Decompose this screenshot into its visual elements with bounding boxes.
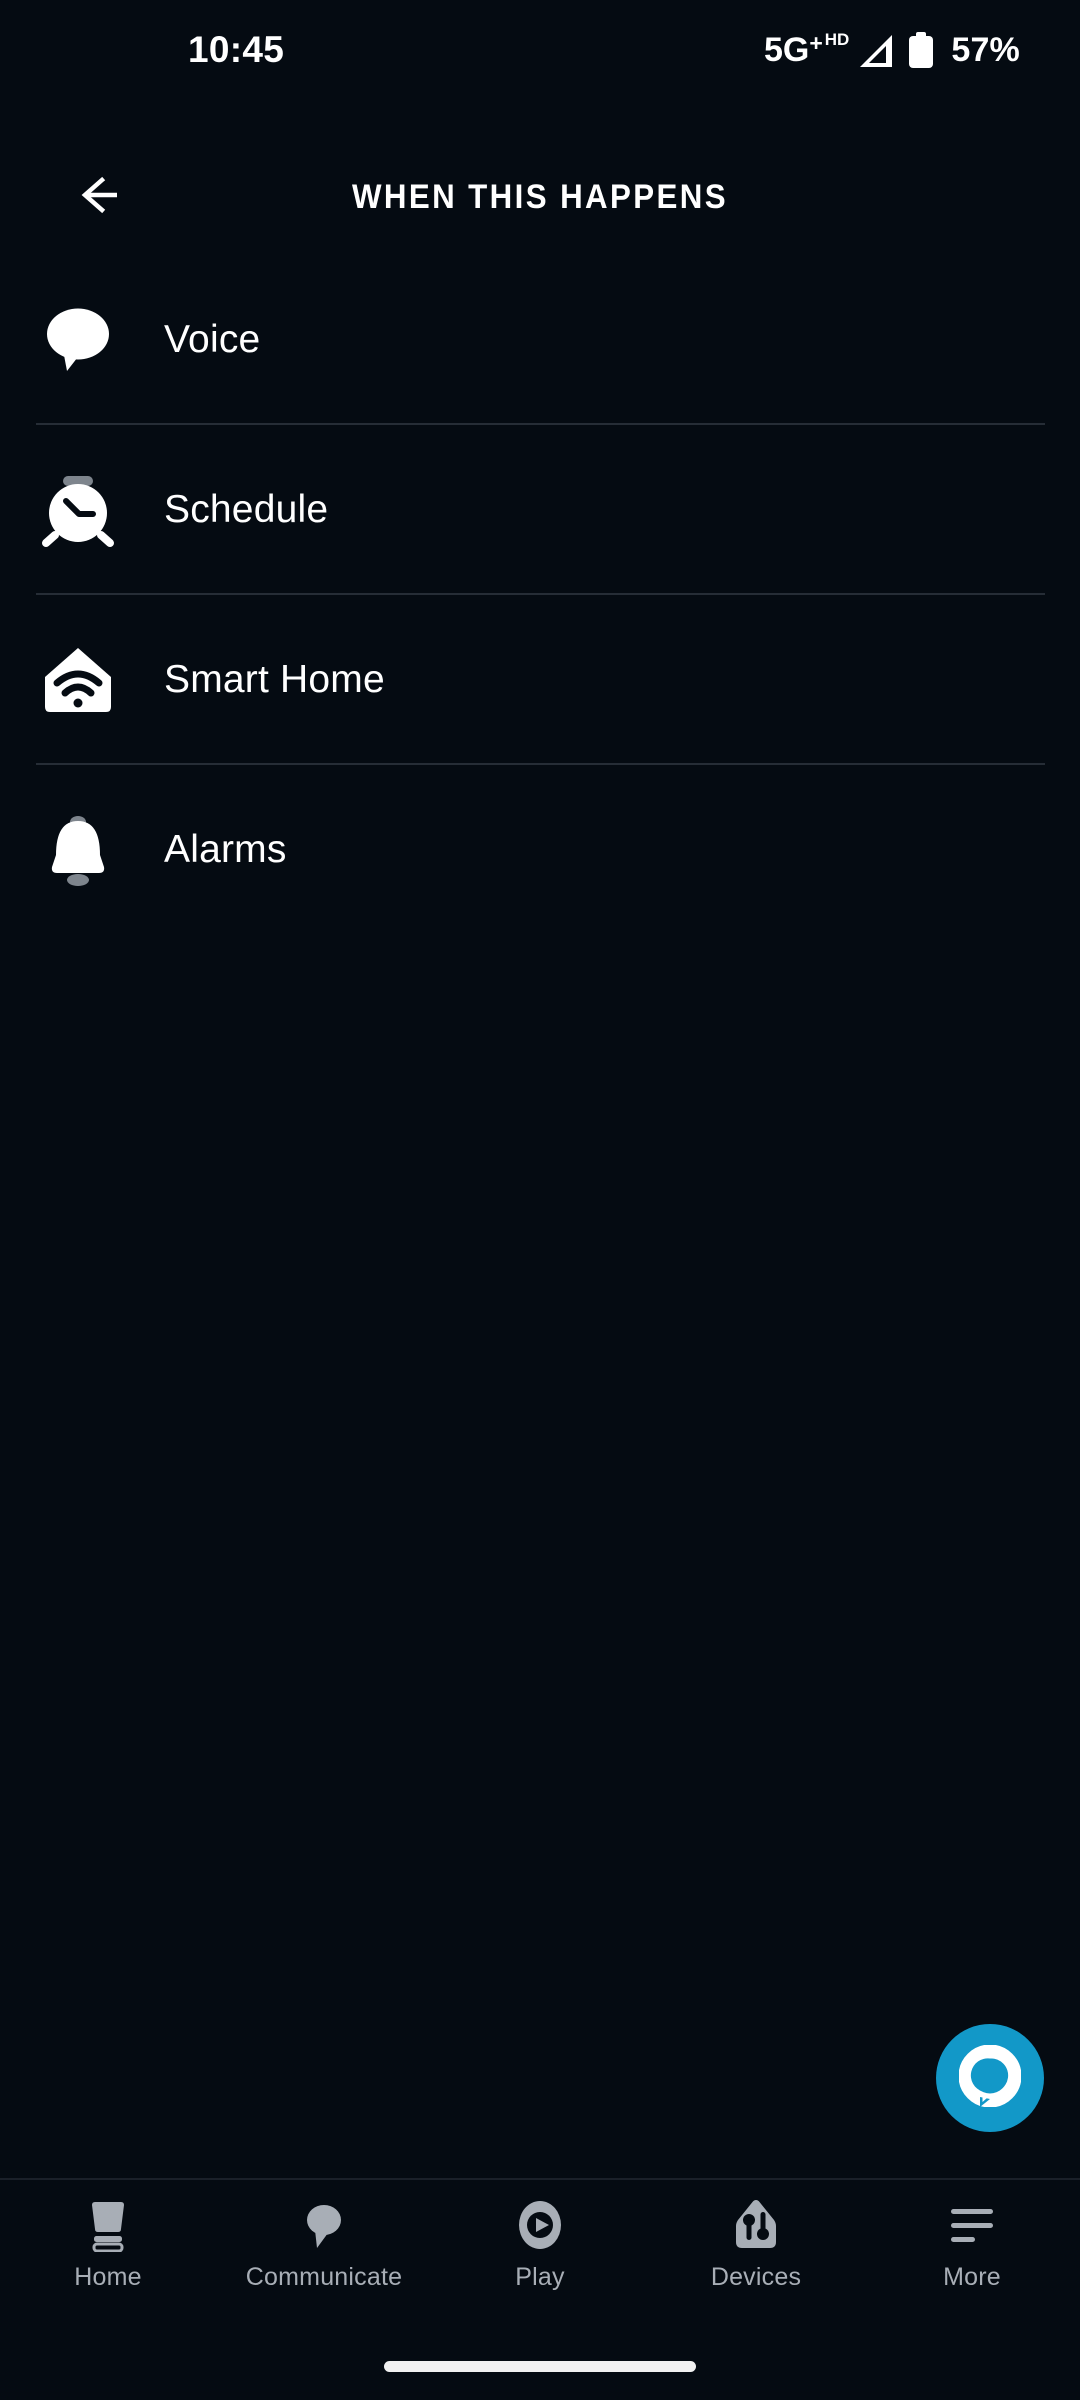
nav-item-devices[interactable]: Devices	[648, 2180, 864, 2292]
network-plus-label: +	[809, 30, 823, 56]
nav-item-label: Communicate	[245, 2263, 403, 2291]
list-item-alarms[interactable]: Alarms	[0, 765, 1080, 935]
nav-item-label: More	[943, 2263, 1001, 2291]
hd-voice-label: HD	[824, 30, 850, 49]
play-circle-icon	[511, 2196, 569, 2254]
list-item-label: Alarms	[164, 828, 287, 871]
battery-percent-label: 57%	[951, 30, 1020, 69]
bell-icon	[40, 812, 116, 888]
alexa-launch-button[interactable]	[936, 2024, 1044, 2132]
list-item-schedule[interactable]: Schedule	[0, 425, 1080, 595]
signal-bars-icon	[856, 34, 894, 68]
hamburger-menu-icon	[943, 2196, 1001, 2254]
status-bar-clock: 10:45	[188, 29, 285, 70]
status-bar-indicators: 5G + HD 57%	[764, 31, 1020, 70]
battery-icon	[909, 32, 934, 68]
page-header: WHEN THIS HAPPENS	[0, 145, 1080, 250]
house-sliders-icon	[727, 2196, 785, 2254]
network-type-label: 5G	[763, 31, 810, 69]
list-item-smart-home[interactable]: Smart Home	[0, 595, 1080, 765]
nav-item-label: Devices	[710, 2263, 802, 2291]
speech-bubble-icon	[295, 2196, 353, 2254]
network-type-indicator: 5G + HD	[763, 30, 850, 69]
speech-bubble-icon	[40, 302, 116, 378]
list-item-label: Schedule	[164, 488, 329, 531]
app-screen: 10:45 5G + HD 57% WHEN THIS HAPPENS Voic…	[0, 0, 1080, 2400]
nav-item-more[interactable]: More	[864, 2180, 1080, 2292]
nav-item-label: Home	[74, 2263, 142, 2291]
nav-item-communicate[interactable]: Communicate	[216, 2180, 432, 2292]
nav-item-play[interactable]: Play	[432, 2180, 648, 2292]
nav-item-label: Play	[515, 2263, 565, 2291]
house-wifi-icon	[40, 642, 116, 718]
alexa-ring-icon	[958, 2044, 1022, 2112]
list-item-voice[interactable]: Voice	[0, 255, 1080, 425]
page-title: WHEN THIS HAPPENS	[351, 178, 729, 216]
trigger-type-list: Voice Schedule Smart Home Alarms	[0, 255, 1080, 935]
bottom-navigation-bar: Home Communicate Play Devices More	[0, 2178, 1080, 2318]
list-item-label: Voice	[164, 318, 261, 361]
list-item-label: Smart Home	[164, 658, 385, 701]
nav-item-home[interactable]: Home	[0, 2180, 216, 2292]
status-bar: 10:45 5G + HD 57%	[0, 0, 1080, 100]
alarm-clock-icon	[40, 472, 116, 548]
echo-device-icon	[79, 2196, 137, 2254]
home-indicator[interactable]	[384, 2361, 696, 2372]
